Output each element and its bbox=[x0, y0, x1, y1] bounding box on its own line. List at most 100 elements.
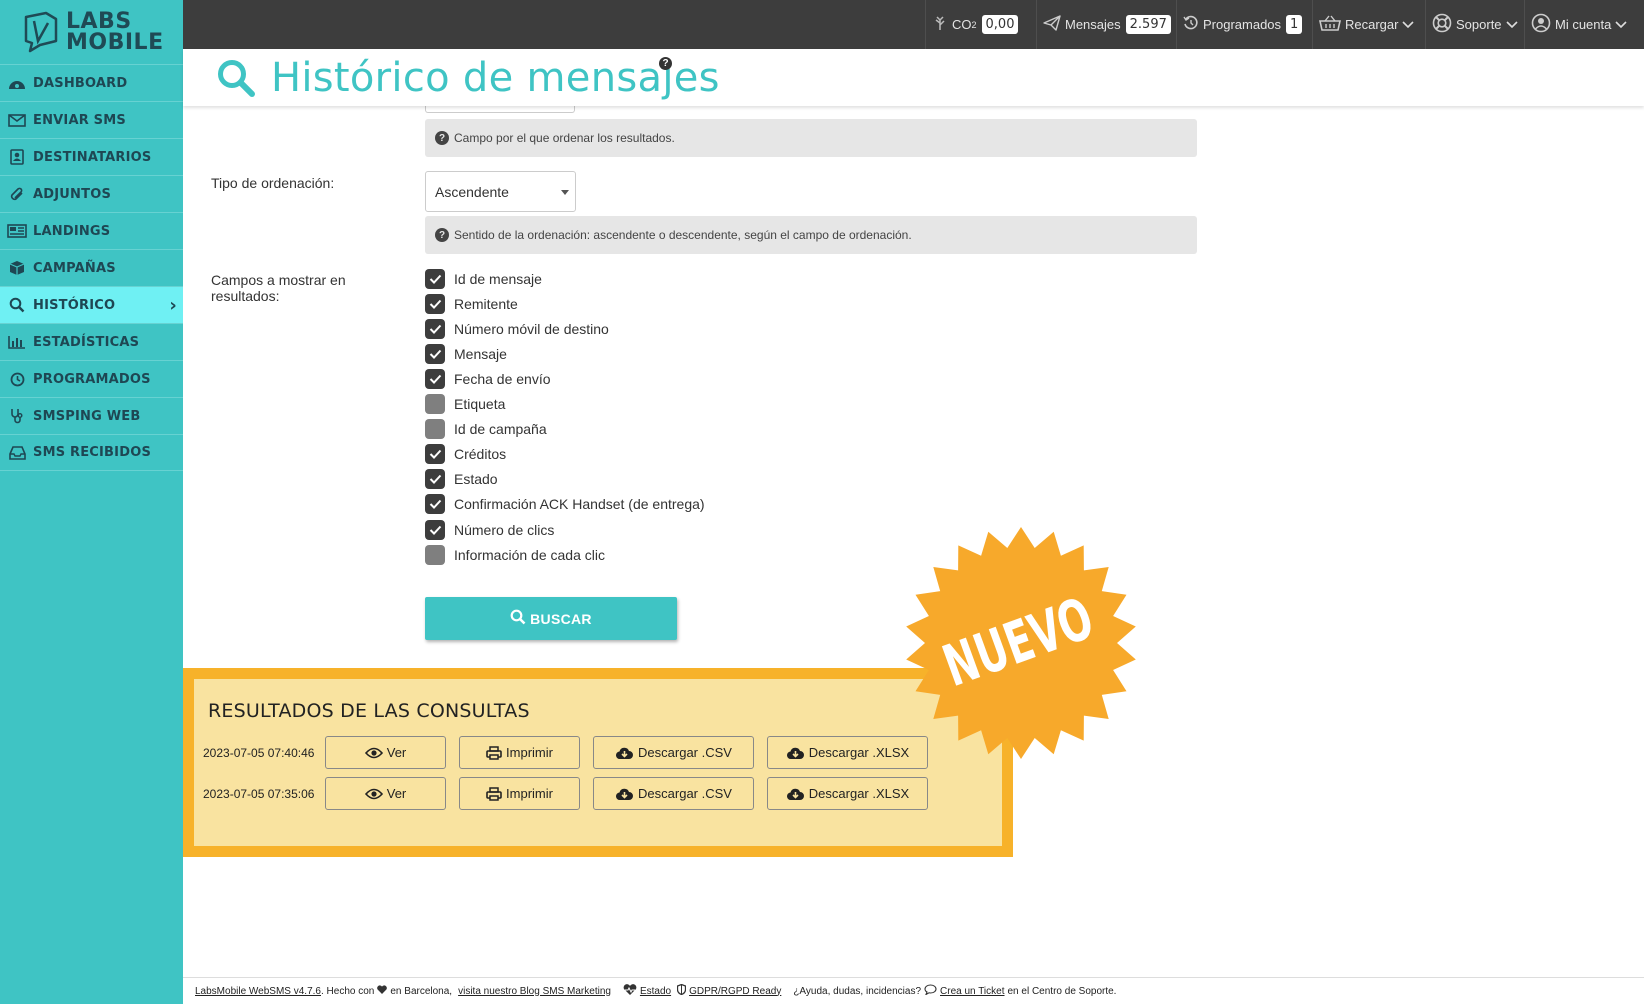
checkbox-unchecked[interactable] bbox=[425, 544, 445, 565]
field-checkbox-row[interactable]: Mensaje bbox=[425, 341, 507, 366]
made-with-text: . Hecho con bbox=[321, 985, 375, 997]
sidebar: LABS MOBILE DASHBOARD ENVIAR SMS DESTINA… bbox=[0, 0, 183, 1004]
order-type-value: Ascendente bbox=[435, 183, 509, 200]
soporte-menu[interactable]: Soporte bbox=[1425, 0, 1528, 49]
field-checkbox-label: Id de campaña bbox=[454, 421, 547, 438]
ticket-link[interactable]: Crea un Ticket bbox=[940, 986, 1004, 997]
history-icon bbox=[1183, 15, 1203, 34]
version-link[interactable]: LabsMobile WebSMS v4.7.6 bbox=[195, 986, 321, 997]
heart-icon bbox=[377, 985, 388, 997]
inbox-icon bbox=[7, 445, 27, 461]
co2-counter[interactable]: CO 2 0,00 bbox=[925, 0, 1024, 49]
results-inner: RESULTADOS DE LAS CONSULTAS 2023-07-05 0… bbox=[194, 679, 1002, 846]
checkbox-checked[interactable] bbox=[425, 343, 445, 364]
result-date: 2023-07-05 07:35:06 bbox=[203, 787, 315, 801]
sidebar-item-destinatarios[interactable]: DESTINATARIOS bbox=[0, 138, 183, 175]
field-checkbox-row[interactable]: Número móvil de destino bbox=[425, 316, 609, 341]
check-icon bbox=[429, 374, 441, 384]
eye-icon bbox=[364, 788, 383, 799]
mensajes-counter[interactable]: Mensajes 2.597 bbox=[1036, 0, 1177, 49]
checkbox-checked[interactable] bbox=[425, 469, 445, 490]
sidebar-item-label: SMS RECIBIDOS bbox=[33, 445, 152, 460]
help-icon[interactable]: ? bbox=[659, 57, 672, 70]
download-csv-button[interactable]: Descargar .CSV bbox=[593, 777, 754, 810]
field-checkbox-row[interactable]: Fecha de envío bbox=[425, 366, 551, 391]
field-checkbox-row[interactable]: Id de campaña bbox=[425, 417, 547, 442]
check-icon bbox=[429, 525, 441, 535]
field-checkbox-label: Información de cada clic bbox=[454, 546, 605, 563]
cloud-download-icon bbox=[616, 788, 634, 800]
checkbox-checked[interactable] bbox=[425, 293, 445, 314]
view-button[interactable]: Ver bbox=[325, 777, 446, 810]
programados-counter[interactable]: Programados 1 bbox=[1176, 0, 1308, 49]
field-checkbox-row[interactable]: Etiqueta bbox=[425, 392, 505, 417]
recargar-menu[interactable]: Recargar bbox=[1312, 0, 1424, 49]
checkbox-checked[interactable] bbox=[425, 444, 445, 465]
checkbox-unchecked[interactable] bbox=[425, 419, 445, 440]
sidebar-item-sms-recibidos[interactable]: SMS RECIBIDOS bbox=[0, 434, 183, 471]
check-icon bbox=[429, 500, 441, 510]
status-link[interactable]: Estado bbox=[640, 986, 671, 997]
checkbox-checked[interactable] bbox=[425, 368, 445, 389]
mi-cuenta-menu[interactable]: Mi cuenta bbox=[1524, 0, 1637, 49]
field-checkbox-row[interactable]: Número de clics bbox=[425, 517, 554, 542]
sidebar-item-landings[interactable]: LANDINGS bbox=[0, 212, 183, 249]
results-panel: RESULTADOS DE LAS CONSULTAS 2023-07-05 0… bbox=[183, 668, 1013, 857]
print-button[interactable]: Imprimir bbox=[459, 736, 580, 769]
co2-label: CO bbox=[952, 17, 972, 32]
sidebar-item-historico[interactable]: HISTÓRICO › bbox=[0, 286, 183, 323]
gdpr-link[interactable]: GDPR/RGPD Ready bbox=[689, 986, 781, 997]
logo-line2: MOBILE bbox=[66, 30, 164, 55]
check-icon bbox=[429, 274, 441, 284]
recargar-label: Recargar bbox=[1345, 17, 1399, 32]
checkbox-unchecked[interactable] bbox=[425, 394, 445, 414]
check-icon bbox=[429, 475, 441, 485]
order-type-label: Tipo de ordenación: bbox=[211, 175, 335, 191]
chevron-right-icon: › bbox=[169, 294, 177, 316]
field-checkbox-row[interactable]: Créditos bbox=[425, 442, 506, 467]
programados-value: 1 bbox=[1286, 15, 1303, 34]
sidebar-item-programados[interactable]: PROGRAMADOS bbox=[0, 360, 183, 397]
sidebar-item-smsping-web[interactable]: SMSPING WEB bbox=[0, 397, 183, 434]
brand-logo[interactable]: LABS MOBILE bbox=[0, 0, 183, 64]
field-checkbox-row[interactable]: Remitente bbox=[425, 291, 518, 316]
sidebar-item-dashboard[interactable]: DASHBOARD bbox=[0, 64, 183, 101]
field-checkbox-label: Etiqueta bbox=[454, 396, 506, 412]
checkbox-checked[interactable] bbox=[425, 268, 445, 289]
sidebar-item-enviar-sms[interactable]: ENVIAR SMS bbox=[0, 101, 183, 138]
view-button[interactable]: Ver bbox=[325, 736, 446, 769]
order-type-select[interactable]: Ascendente bbox=[425, 171, 576, 212]
checkbox-checked[interactable] bbox=[425, 494, 445, 515]
download-xlsx-button-label: Descargar .XLSX bbox=[808, 786, 910, 801]
search-button[interactable]: BUSCAR bbox=[425, 597, 677, 640]
field-checkbox-label: Fecha de envío bbox=[454, 370, 551, 387]
field-checkbox-row[interactable]: Id de mensaje bbox=[425, 266, 542, 291]
field-checkbox-row[interactable]: Confirmación ACK Handset (de entrega) bbox=[425, 492, 705, 517]
lifebuoy-icon bbox=[1432, 13, 1456, 36]
support-text: en el Centro de Soporte. bbox=[1007, 985, 1117, 997]
field-checkbox-row[interactable]: Estado bbox=[425, 467, 498, 492]
cloud-download-icon bbox=[786, 788, 804, 800]
sidebar-item-label: CAMPAÑAS bbox=[33, 260, 116, 276]
download-csv-button[interactable]: Descargar .CSV bbox=[593, 736, 754, 769]
field-checkbox-label: Estado bbox=[454, 471, 498, 488]
blog-link[interactable]: visita nuestro Blog SMS Marketing bbox=[458, 986, 611, 997]
check-icon bbox=[429, 450, 441, 460]
search-icon bbox=[7, 297, 27, 313]
checkbox-checked[interactable] bbox=[425, 519, 445, 540]
checkbox-checked[interactable] bbox=[425, 318, 445, 339]
help-question-text: ¿Ayuda, dudas, incidencias? bbox=[793, 985, 922, 997]
printer-icon bbox=[486, 745, 502, 760]
heartbeat-icon bbox=[623, 984, 637, 998]
page-title: Histórico de mensajes bbox=[271, 55, 720, 101]
programados-label: Programados bbox=[1203, 17, 1282, 32]
sidebar-item-estadisticas[interactable]: ESTADÍSTICAS bbox=[0, 323, 183, 360]
sidebar-item-adjuntos[interactable]: ADJUNTOS bbox=[0, 175, 183, 212]
field-checkbox-label: Créditos bbox=[454, 446, 507, 463]
field-checkbox-row[interactable]: Información de cada clic bbox=[425, 542, 605, 567]
box-icon bbox=[7, 260, 27, 276]
logo-text: LABS MOBILE bbox=[66, 11, 164, 55]
print-button[interactable]: Imprimir bbox=[459, 777, 580, 810]
download-xlsx-button[interactable]: Descargar .XLSX bbox=[767, 777, 928, 810]
sidebar-item-campanas[interactable]: CAMPAÑAS bbox=[0, 249, 183, 286]
